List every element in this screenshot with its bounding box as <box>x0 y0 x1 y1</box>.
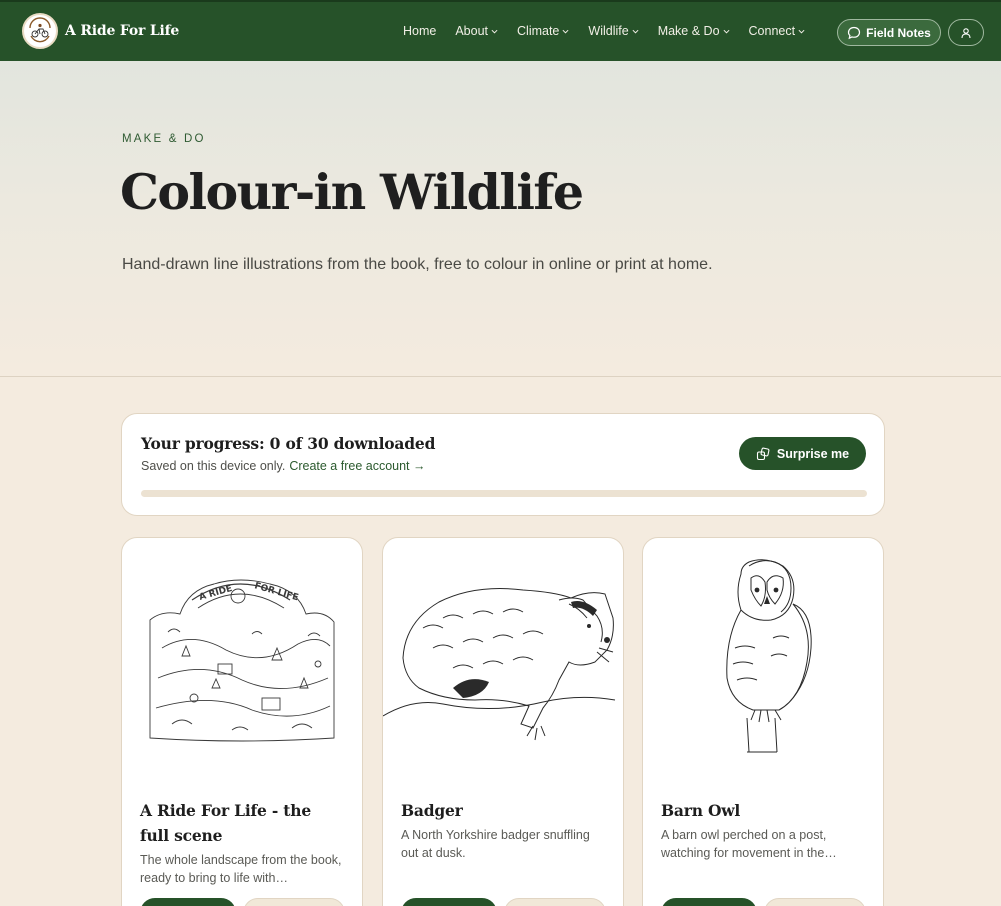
create-account-link[interactable]: Create a free account → <box>289 459 425 473</box>
colouring-card[interactable]: A RIDE FOR LIFE A Ride For Life - the fu… <box>121 537 363 906</box>
user-icon <box>961 27 971 38</box>
chevron-down-icon <box>723 29 730 34</box>
progress-card: Your progress: 0 of 30 downloaded Saved … <box>121 413 885 516</box>
nav-item-label: About <box>455 24 489 38</box>
page-hero: MAKE & DO Colour-in Wildlife Hand-drawn … <box>0 61 1001 377</box>
nav-item-label: Make & Do <box>657 24 720 38</box>
nav-item-connect[interactable]: Connect <box>749 24 806 38</box>
svg-text:FOR LIFE: FOR LIFE <box>253 581 299 603</box>
field-notes-label: Field Notes <box>866 25 931 40</box>
progress-note-text: Saved on this device only. <box>141 459 286 473</box>
nav-item-label: Wildlife <box>588 24 629 38</box>
full-scene-illustration: A RIDE FOR LIFE <box>122 538 362 778</box>
site-name: A Ride For Life <box>65 23 180 39</box>
page-title: Colour-in Wildlife <box>120 163 584 221</box>
progress-bar <box>141 490 867 497</box>
card-description: A barn owl perched on a post, watching f… <box>661 828 837 860</box>
colour-online-button[interactable] <box>140 898 236 906</box>
chevron-down-icon <box>562 29 569 34</box>
page-subtitle: Hand-drawn line illustrations from the b… <box>122 256 713 273</box>
print-button[interactable] <box>243 898 345 906</box>
colouring-card[interactable]: Badger A North Yorkshire badger snufflin… <box>382 537 624 906</box>
colouring-card[interactable]: Barn Owl A barn owl perched on a post, w… <box>642 537 884 906</box>
chevron-down-icon <box>798 29 805 34</box>
card-description: The whole landscape from the book, ready… <box>140 853 342 885</box>
progress-title: Your progress: 0 of 30 downloaded <box>141 434 436 453</box>
card-description: A North Yorkshire badger snuffling out a… <box>401 828 590 860</box>
nav-item-climate[interactable]: Climate <box>517 24 569 38</box>
field-notes-button[interactable]: Field Notes <box>837 19 941 46</box>
nav-item-wildlife[interactable]: Wildlife <box>588 24 639 38</box>
print-button[interactable] <box>764 898 866 906</box>
surprise-me-label: Surprise me <box>776 446 850 461</box>
colour-online-button[interactable] <box>401 898 497 906</box>
nav-item-label: Climate <box>517 24 560 38</box>
badger-illustration <box>383 538 623 778</box>
main-nav: Home About Climate Wildlife Make & Do Co… <box>403 24 824 38</box>
barn-owl-illustration <box>643 538 883 778</box>
chevron-down-icon <box>491 29 498 34</box>
nav-item-label: Home <box>403 24 437 38</box>
nav-item-about[interactable]: About <box>455 24 498 38</box>
surprise-me-button[interactable]: Surprise me <box>739 437 866 470</box>
chevron-down-icon <box>632 29 639 34</box>
nav-item-make-and-do[interactable]: Make & Do <box>658 24 730 38</box>
top-navigation-bar: A Ride For Life Home About Climate Wildl… <box>0 0 1001 61</box>
card-title: A Ride For Life - the full scene <box>140 801 311 845</box>
card-title: Badger <box>401 801 463 820</box>
nav-item-label: Connect <box>748 24 796 38</box>
print-button[interactable] <box>504 898 606 906</box>
logo-badge-icon <box>22 13 58 49</box>
card-title: Barn Owl <box>661 801 741 820</box>
progress-note: Saved on this device only. Create a free … <box>141 459 426 473</box>
section-eyebrow: MAKE & DO <box>122 133 206 145</box>
colour-online-button[interactable] <box>661 898 757 906</box>
chat-bubble-icon <box>848 26 861 39</box>
svg-text:A RIDE: A RIDE <box>198 584 233 603</box>
site-logo-link[interactable]: A Ride For Life <box>22 13 179 49</box>
shuffle-icon <box>756 447 770 460</box>
nav-item-home[interactable]: Home <box>403 24 436 38</box>
account-button[interactable] <box>948 19 984 46</box>
